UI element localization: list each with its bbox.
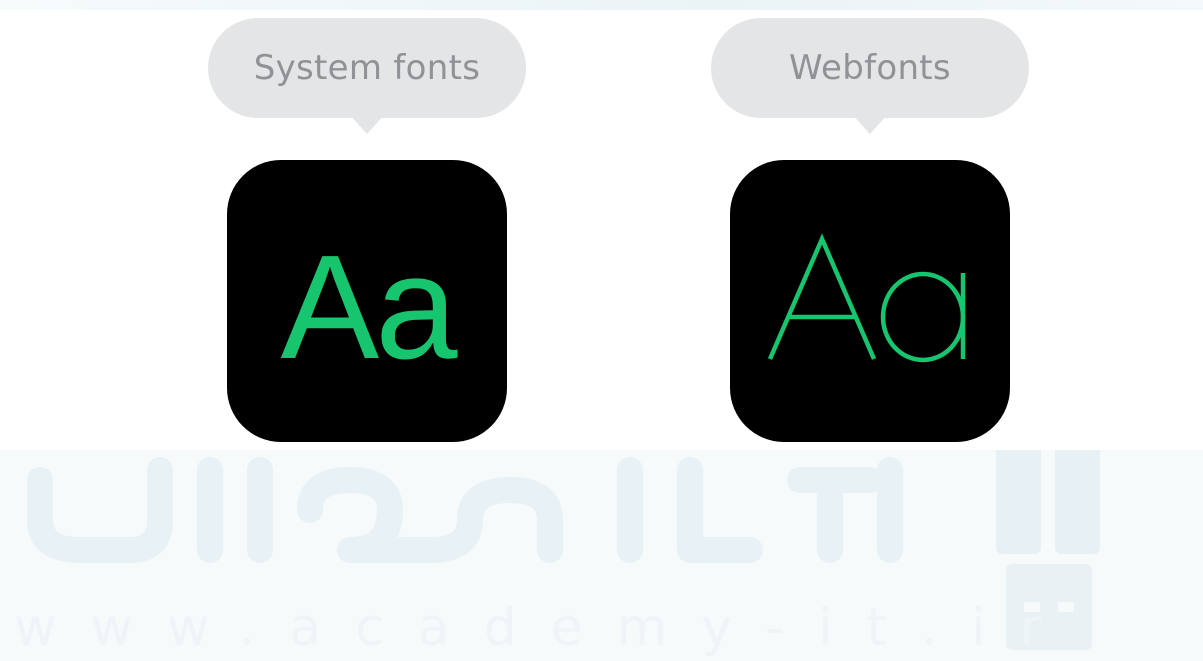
slide-panel: System fonts Aa Webfonts [8,10,1203,450]
webfonts-tile [730,160,1010,442]
webfonts-bubble-tail [852,114,888,134]
watermark-logo-bar-left [996,450,1041,554]
system-fonts-tile: Aa [227,160,507,442]
watermark-logo-bars [996,450,1100,554]
webfonts-glyph [767,233,966,363]
watermark-url: www.academy-it.ir [14,598,1076,658]
system-fonts-glyph: Aa [280,225,457,390]
system-fonts-card: System fonts Aa [208,10,528,450]
webfonts-card: Webfonts [711,10,1031,450]
system-fonts-bubble-tail [349,114,385,134]
slide-stage: System fonts Aa Webfonts www.academy-it.… [0,0,1203,661]
watermark-area: www.academy-it.ir [0,450,1203,661]
webfonts-glyph-capital-a [767,233,877,360]
watermark-top-band [0,0,1203,10]
webfonts-glyph-small-a-bowl [880,271,966,363]
watermark-logo-bar-right [1055,450,1100,554]
webfonts-bubble: Webfonts [711,18,1029,118]
webfonts-label: Webfonts [789,48,951,88]
watermark-logo-script [27,457,903,563]
system-fonts-label: System fonts [253,48,481,88]
system-fonts-bubble: System fonts [208,18,526,118]
